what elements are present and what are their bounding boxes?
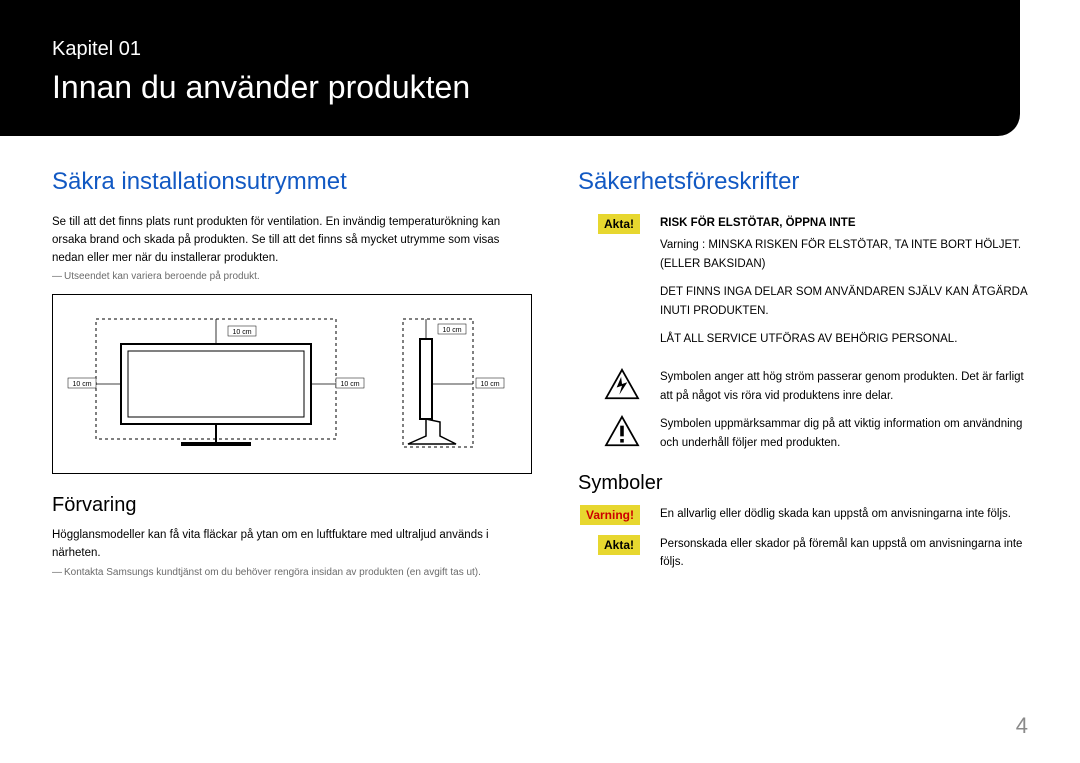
caution-text: RISK FÖR ELSTÖTAR, ÖPPNA INTE Varning : … (660, 214, 1028, 358)
exclamation-symbol-text: Symbolen uppmärksammar dig på att viktig… (660, 415, 1028, 452)
chapter-label: Kapitel 01 (52, 38, 968, 61)
page-title: Innan du använder produkten (52, 69, 968, 106)
warning-badge-col: Varning! (578, 505, 640, 525)
exclamation-icon (604, 415, 640, 447)
symbols-heading: Symboler (578, 472, 1028, 495)
caution-badge-col: Akta! (578, 214, 640, 234)
dist-label: 10 cm (72, 381, 91, 388)
installation-diagram: 10 cm 10 cm 10 cm 10 cm 10 cm (52, 294, 532, 474)
voltage-symbol-text: Symbolen anger att hög ström passerar ge… (660, 368, 1028, 405)
caution-badge: Akta! (598, 214, 640, 234)
risk-heading: RISK FÖR ELSTÖTAR, ÖPPNA INTE (660, 214, 1028, 232)
dist-label: 10 cm (481, 381, 500, 388)
diagram-side-view: 10 cm 10 cm (378, 304, 518, 464)
warning-definition-row: Varning! En allvarlig eller dödlig skada… (578, 505, 1028, 525)
voltage-icon-col (578, 368, 640, 400)
high-voltage-icon (604, 368, 640, 400)
install-paragraph: Se till att det finns plats runt produkt… (52, 214, 532, 267)
install-footnote: Utseendet kan variera beroende på produk… (52, 271, 532, 282)
caution-badge-col-2: Akta! (578, 535, 640, 555)
left-column: Säkra installationsutrymmet Se till att … (52, 168, 532, 590)
storage-paragraph: Högglansmodeller kan få vita fläckar på … (52, 527, 532, 563)
caution-block: Akta! RISK FÖR ELSTÖTAR, ÖPPNA INTE Varn… (578, 214, 1028, 358)
dist-label: 10 cm (232, 329, 251, 336)
right-column: Säkerhetsföreskrifter Akta! RISK FÖR ELS… (578, 168, 1028, 590)
diagram-front-view: 10 cm 10 cm 10 cm (66, 304, 366, 464)
caution-definition-text: Personskada eller skador på föremål kan … (660, 535, 1028, 572)
caution-definition-row: Akta! Personskada eller skador på föremå… (578, 535, 1028, 572)
caution-badge-2: Akta! (598, 535, 640, 555)
section-heading-safety: Säkerhetsföreskrifter (578, 168, 1028, 196)
storage-heading: Förvaring (52, 494, 532, 517)
chapter-header: Kapitel 01 Innan du använder produkten (0, 0, 1020, 136)
content-columns: Säkra installationsutrymmet Se till att … (0, 136, 1080, 590)
page-number: 4 (1016, 713, 1028, 739)
warning-badge: Varning! (580, 505, 640, 525)
warning-definition-text: En allvarlig eller dödlig skada kan upps… (660, 505, 1028, 523)
storage-footnote: Kontakta Samsungs kundtjänst om du behöv… (52, 567, 532, 578)
voltage-symbol-row: Symbolen anger att hög ström passerar ge… (578, 368, 1028, 405)
dist-label: 10 cm (443, 327, 462, 334)
risk-line-3: LÅT ALL SERVICE UTFÖRAS AV BEHÖRIG PERSO… (660, 330, 1028, 348)
risk-line-2: DET FINNS INGA DELAR SOM ANVÄNDAREN SJÄL… (660, 283, 1028, 320)
section-heading-install: Säkra installationsutrymmet (52, 168, 532, 196)
exclamation-icon-col (578, 415, 640, 447)
dist-label: 10 cm (340, 381, 359, 388)
exclamation-symbol-row: Symbolen uppmärksammar dig på att viktig… (578, 415, 1028, 452)
risk-line-1: Varning : MINSKA RISKEN FÖR ELSTÖTAR, TA… (660, 236, 1028, 273)
